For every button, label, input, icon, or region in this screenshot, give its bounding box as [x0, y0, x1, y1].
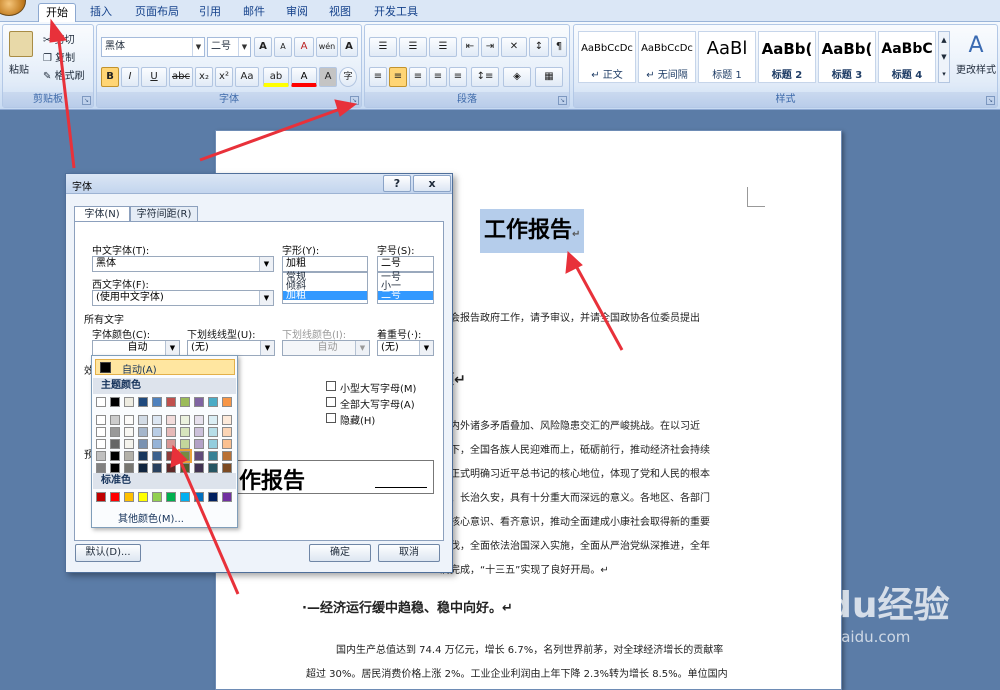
arrow-to-font-launcher: [199, 106, 344, 162]
arrow-to-color-swatch: [177, 457, 240, 595]
arrow-to-home-tab: [56, 31, 76, 169]
arrow-head-icon: [49, 18, 67, 43]
arrow-head-icon: [170, 444, 188, 468]
annotation-arrows: [49, 18, 624, 595]
arrow-to-title: [573, 263, 624, 351]
arrow-head-icon: [334, 99, 358, 117]
